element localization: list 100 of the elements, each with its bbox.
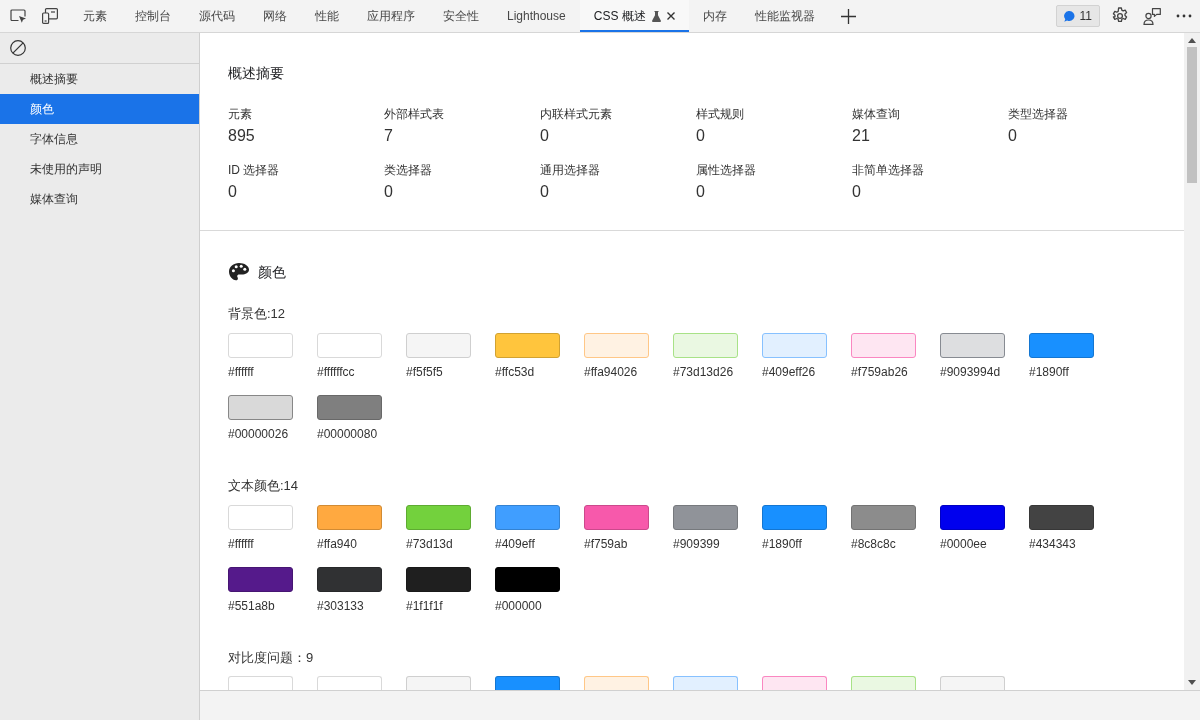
close-icon[interactable]: [666, 12, 675, 20]
color-swatch[interactable]: [762, 505, 827, 530]
color-swatch[interactable]: [1029, 505, 1094, 530]
color-swatch[interactable]: [406, 567, 471, 592]
color-swatch[interactable]: [317, 395, 382, 420]
color-hex-label: #ffa94026: [584, 364, 638, 380]
stat-value: 0: [540, 126, 549, 146]
stat-value: 0: [540, 182, 549, 202]
sidebar-item[interactable]: 媒体查询: [0, 184, 199, 214]
tab[interactable]: 应用程序: [353, 0, 429, 32]
group-heading: 背景色:12: [228, 305, 286, 323]
color-swatch[interactable]: [940, 333, 1005, 358]
stat-value: 0: [852, 182, 861, 202]
color-swatch[interactable]: [317, 505, 382, 530]
tab[interactable]: Lighthouse: [493, 0, 580, 32]
color-swatch[interactable]: [584, 505, 649, 530]
stat-value: 7: [384, 126, 393, 146]
tab[interactable]: 控制台: [121, 0, 185, 32]
color-swatch[interactable]: [495, 505, 560, 530]
color-hex-label: #1890ff: [762, 536, 802, 552]
stat-value: 0: [384, 182, 393, 202]
device-toggle-icon[interactable]: [42, 8, 58, 24]
scroll-up-arrow-icon[interactable]: [1188, 38, 1196, 43]
color-swatch[interactable]: [228, 395, 293, 420]
color-hex-label: #00000026: [228, 426, 289, 442]
color-hex-label: #1890ff: [1029, 364, 1069, 380]
stat-label: 样式规则: [696, 106, 744, 123]
sidebar-item[interactable]: 颜色: [0, 94, 199, 124]
color-hex-label: #00000080: [317, 426, 378, 442]
sidebar-item[interactable]: 字体信息: [0, 124, 199, 154]
contrast-swatch[interactable]: [495, 676, 560, 690]
stat-label: 内联样式元素: [540, 106, 612, 123]
color-hex-label: #0000ee: [940, 536, 987, 552]
stat-label: 非简单选择器: [852, 162, 924, 179]
feedback-icon[interactable]: [1143, 7, 1161, 25]
color-swatch[interactable]: [495, 567, 560, 592]
color-hex-label: #f759ab: [584, 536, 628, 552]
stat-value: 0: [696, 126, 705, 146]
sidebar-item[interactable]: 未使用的声明: [0, 154, 199, 184]
group-heading: 对比度问题：9: [228, 649, 314, 667]
color-hex-label: #ffffff: [228, 536, 254, 552]
color-hex-label: #000000: [495, 598, 542, 614]
stat-label: 外部样式表: [384, 106, 444, 123]
color-hex-label: #8c8c8c: [851, 536, 896, 552]
tab[interactable]: 安全性: [429, 0, 493, 32]
color-hex-label: #909399: [673, 536, 720, 552]
settings-icon[interactable]: [1111, 7, 1129, 25]
color-hex-label: #1f1f1f: [406, 598, 443, 614]
color-hex-label: #ffc53d: [495, 364, 535, 380]
tab[interactable]: 性能监视器: [740, 0, 829, 32]
color-hex-label: #ffffffcc: [317, 364, 355, 380]
color-hex-label: #409eff26: [762, 364, 816, 380]
inspect-icon[interactable]: [9, 8, 27, 24]
tab[interactable]: CSS 概述: [579, 0, 689, 32]
tab[interactable]: 网络: [249, 0, 301, 32]
stat-label: 元素: [228, 106, 252, 123]
section-title: 颜色: [258, 263, 286, 282]
stat-value: 895: [228, 126, 255, 146]
tab[interactable]: 元素: [69, 0, 121, 32]
contrast-swatch[interactable]: [762, 676, 827, 690]
color-swatch[interactable]: [228, 567, 293, 592]
sidebar-item[interactable]: 概述摘要: [0, 64, 199, 94]
color-swatch[interactable]: [762, 333, 827, 358]
stat-label: 属性选择器: [696, 162, 756, 179]
color-swatch[interactable]: [406, 505, 471, 530]
color-swatch[interactable]: [317, 567, 382, 592]
issues-button[interactable]: 11: [1055, 5, 1100, 27]
group-heading: 文本颜色:14: [228, 477, 299, 495]
contrast-swatch[interactable]: [673, 676, 738, 690]
scroll-down-arrow-icon[interactable]: [1188, 680, 1196, 685]
color-swatch[interactable]: [1029, 333, 1094, 358]
color-swatch[interactable]: [495, 333, 560, 358]
color-hex-label: #434343: [1029, 536, 1076, 552]
color-hex-label: #f5f5f5: [406, 364, 443, 380]
color-swatch[interactable]: [851, 505, 916, 530]
color-swatch[interactable]: [673, 505, 738, 530]
stat-label: 媒体查询: [852, 106, 900, 123]
scrollbar-thumb[interactable]: [1187, 47, 1197, 183]
stat-label: ID 选择器: [228, 162, 280, 179]
palette-icon: [229, 263, 249, 281]
plus-icon[interactable]: [840, 8, 856, 24]
color-hex-label: #ffffff: [228, 364, 254, 380]
clear-icon[interactable]: [10, 40, 26, 56]
tab[interactable]: 内存: [688, 0, 741, 32]
chat-bubble-icon: [1063, 10, 1075, 22]
color-hex-label: #ffa940: [317, 536, 357, 552]
color-hex-label: #73d13d26: [673, 364, 734, 380]
color-swatch[interactable]: [851, 333, 916, 358]
stat-label: 类选择器: [384, 162, 432, 179]
scrollbar[interactable]: [1184, 33, 1200, 690]
stat-value: 0: [696, 182, 705, 202]
tab[interactable]: 性能: [301, 0, 353, 32]
color-hex-label: #551a8b: [228, 598, 275, 614]
more-icon[interactable]: [1176, 14, 1192, 18]
color-swatch[interactable]: [940, 505, 1005, 530]
stat-value: 0: [228, 182, 237, 202]
tab[interactable]: 源代码: [185, 0, 249, 32]
color-hex-label: #409eff: [495, 536, 535, 552]
section-title: 概述摘要: [228, 64, 284, 83]
color-hex-label: #303133: [317, 598, 364, 614]
